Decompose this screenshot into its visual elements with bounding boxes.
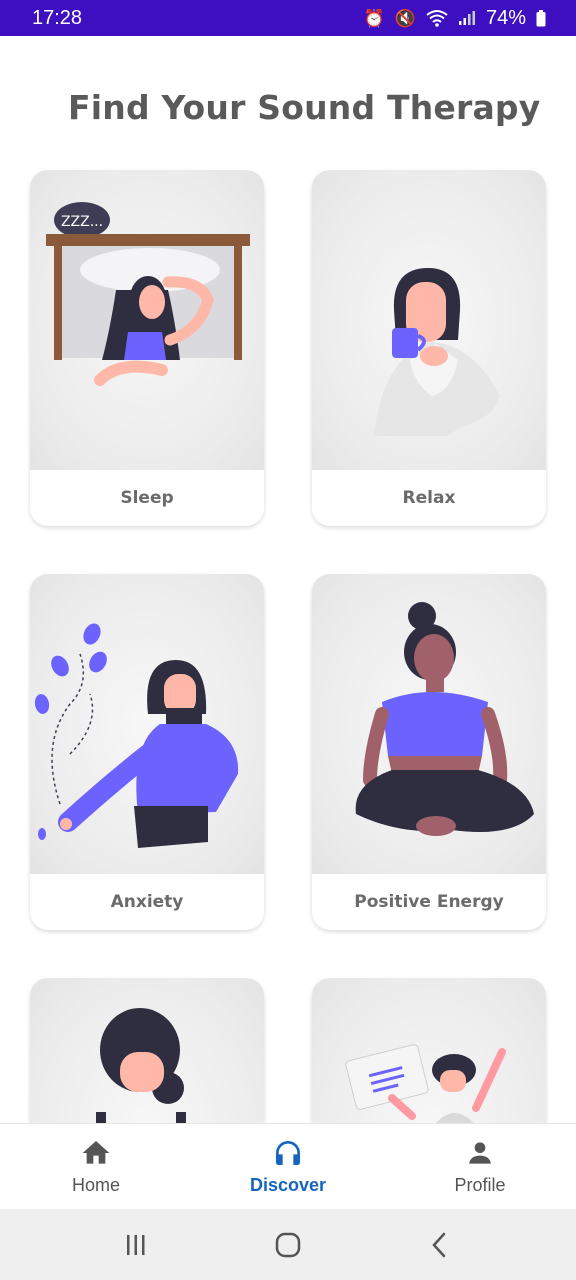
headphones-icon <box>276 1141 300 1165</box>
page-title: Find Your Sound Therapy <box>68 88 541 127</box>
person-icon <box>469 1142 491 1164</box>
system-nav-bar <box>0 1209 576 1280</box>
mute-icon: 🔇 <box>394 8 416 28</box>
nav-profile[interactable]: Profile <box>384 1124 576 1209</box>
nav-home[interactable]: Home <box>0 1124 192 1209</box>
nav-discover-label: Discover <box>249 1175 327 1195</box>
card-sleep[interactable]: ZZZ... Sleep <box>30 170 264 526</box>
wifi-icon <box>426 10 448 27</box>
relax-illustration <box>312 170 546 470</box>
battery-percent: 74% <box>485 6 526 29</box>
alarm-icon: ⏰ <box>363 8 385 28</box>
recent-apps-icon[interactable] <box>121 1230 151 1260</box>
woman-meditating-icon <box>355 602 534 836</box>
home-icon <box>82 1141 110 1164</box>
card-anxiety[interactable]: Anxiety <box>30 574 264 930</box>
status-icons: ⏰ 🔇 74% <box>364 7 546 30</box>
card-positive-energy[interactable]: Positive Energy <box>312 574 546 930</box>
back-icon[interactable] <box>425 1230 455 1260</box>
signal-icon <box>458 11 475 25</box>
card-relax[interactable]: Relax <box>312 170 546 526</box>
nav-profile-label: Profile <box>454 1175 506 1195</box>
svg-text:ZZZ...: ZZZ... <box>61 214 103 230</box>
nav-discover[interactable]: Discover <box>192 1124 384 1209</box>
card-label: Relax <box>402 488 456 508</box>
status-bar: 17:28 ⏰ 🔇 74% <box>0 0 576 36</box>
anxiety-illustration <box>30 574 264 874</box>
woman-coffee-icon <box>374 268 500 436</box>
positive-energy-illustration <box>312 574 546 874</box>
home-circle-icon[interactable] <box>273 1230 303 1260</box>
battery-icon <box>536 9 546 26</box>
woman-sleeping-icon: ZZZ... <box>46 202 250 386</box>
status-time: 17:28 <box>32 6 83 29</box>
bottom-nav: Home Discover Profile <box>0 1123 576 1209</box>
woman-plant-icon <box>34 623 239 848</box>
card-label: Anxiety <box>110 892 184 912</box>
card-label: Sleep <box>120 488 174 508</box>
sleep-illustration: ZZZ... <box>30 170 264 470</box>
nav-home-label: Home <box>71 1175 120 1195</box>
card-label: Positive Energy <box>354 892 504 912</box>
